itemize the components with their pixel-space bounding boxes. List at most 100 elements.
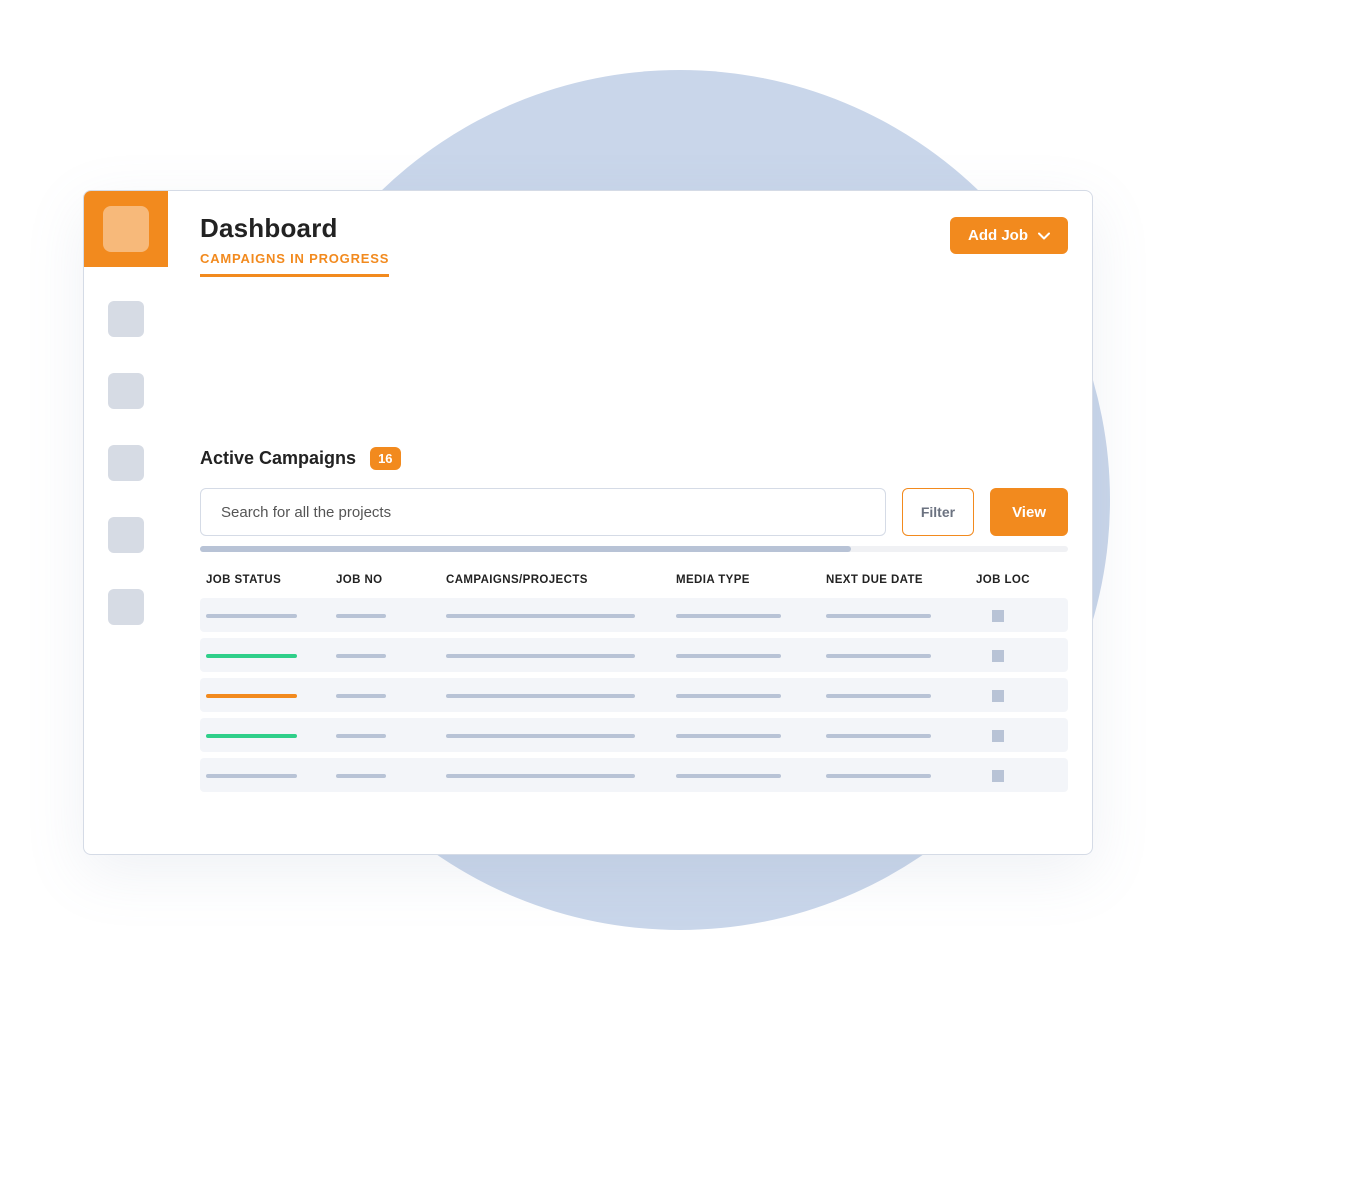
table-cell (676, 654, 826, 658)
th-job-status[interactable]: JOB STATUS (206, 574, 336, 586)
square-icon (992, 650, 1004, 662)
placeholder-bar (206, 654, 297, 658)
table-cell (336, 614, 446, 618)
header-row: Dashboard CAMPAIGNS IN PROGRESS Add Job (200, 213, 1068, 277)
sidebar-logo[interactable] (84, 191, 168, 267)
logo-icon (103, 206, 149, 252)
add-job-button[interactable]: Add Job (950, 217, 1068, 254)
table-cell (826, 654, 976, 658)
sidebar-item-5[interactable] (108, 589, 144, 625)
section-title-row: Active Campaigns 16 (200, 447, 1068, 470)
th-job-loc[interactable]: JOB LOC (976, 574, 1066, 586)
table-cell (446, 734, 676, 738)
table-cell (446, 654, 676, 658)
table-row[interactable] (200, 758, 1068, 792)
placeholder-bar (676, 734, 781, 738)
square-icon (992, 730, 1004, 742)
placeholder-bar (826, 734, 931, 738)
table-row[interactable] (200, 598, 1068, 632)
placeholder-bar (206, 734, 297, 738)
placeholder-bar (336, 654, 386, 658)
table-cell (976, 770, 1066, 782)
view-button[interactable]: View (990, 488, 1068, 536)
table-row[interactable] (200, 678, 1068, 712)
placeholder-bar (676, 654, 781, 658)
placeholder-bar (676, 614, 781, 618)
placeholder-bar (826, 774, 931, 778)
page-title: Dashboard (200, 213, 389, 244)
sidebar-item-3[interactable] (108, 445, 144, 481)
main-content: Dashboard CAMPAIGNS IN PROGRESS Add Job … (168, 191, 1092, 854)
title-block: Dashboard CAMPAIGNS IN PROGRESS (200, 213, 389, 277)
table-cell (976, 610, 1066, 622)
filter-button[interactable]: Filter (902, 488, 974, 536)
chevron-down-icon (1038, 230, 1050, 242)
table-cell (826, 774, 976, 778)
table-cell (336, 774, 446, 778)
table-cell (826, 734, 976, 738)
placeholder-bar (446, 734, 635, 738)
add-job-label: Add Job (968, 227, 1028, 244)
placeholder-bar (206, 694, 297, 698)
th-job-no[interactable]: JOB NO (336, 574, 446, 586)
table-cell (336, 734, 446, 738)
table-cell (446, 614, 676, 618)
app-window: Dashboard CAMPAIGNS IN PROGRESS Add Job … (83, 190, 1093, 855)
placeholder-bar (336, 694, 386, 698)
sidebar-items (108, 301, 144, 625)
placeholder-bar (826, 694, 931, 698)
table-cell (976, 690, 1066, 702)
placeholder-bar (676, 774, 781, 778)
sidebar-item-2[interactable] (108, 373, 144, 409)
table-cell (676, 694, 826, 698)
table-cell (336, 694, 446, 698)
table-header-row: JOB STATUS JOB NO CAMPAIGNS/PROJECTS MED… (200, 562, 1068, 598)
placeholder-bar (336, 614, 386, 618)
placeholder-bar (446, 694, 635, 698)
search-input[interactable] (200, 488, 886, 536)
table-cell (206, 694, 336, 698)
placeholder-bar (336, 774, 386, 778)
table-row[interactable] (200, 638, 1068, 672)
table-cell (676, 614, 826, 618)
square-icon (992, 610, 1004, 622)
tab-row: CAMPAIGNS IN PROGRESS (200, 250, 389, 277)
scrollbar-thumb[interactable] (200, 546, 851, 552)
active-campaigns-count: 16 (370, 447, 400, 470)
sidebar-item-1[interactable] (108, 301, 144, 337)
controls-row: Filter View (200, 488, 1068, 536)
stage: Dashboard CAMPAIGNS IN PROGRESS Add Job … (0, 0, 1360, 1200)
square-icon (992, 690, 1004, 702)
table-cell (206, 654, 336, 658)
placeholder-bar (446, 614, 635, 618)
table-cell (446, 694, 676, 698)
table-cell (206, 734, 336, 738)
table-cell (206, 774, 336, 778)
placeholder-bar (206, 774, 297, 778)
placeholder-bar (446, 774, 635, 778)
horizontal-scrollbar[interactable] (200, 546, 1068, 552)
table-body (200, 598, 1068, 792)
table-cell (446, 774, 676, 778)
placeholder-bar (446, 654, 635, 658)
table-cell (676, 734, 826, 738)
sidebar-item-4[interactable] (108, 517, 144, 553)
square-icon (992, 770, 1004, 782)
th-media-type[interactable]: MEDIA TYPE (676, 574, 826, 586)
placeholder-bar (676, 694, 781, 698)
table-cell (826, 694, 976, 698)
section-title: Active Campaigns (200, 448, 356, 469)
placeholder-bar (826, 614, 931, 618)
sidebar (84, 191, 168, 854)
table-row[interactable] (200, 718, 1068, 752)
placeholder-bar (206, 614, 297, 618)
tab-campaigns-in-progress[interactable]: CAMPAIGNS IN PROGRESS (200, 251, 389, 277)
th-next-due[interactable]: NEXT DUE DATE (826, 574, 976, 586)
table-cell (336, 654, 446, 658)
table-cell (206, 614, 336, 618)
placeholder-bar (336, 734, 386, 738)
th-campaigns[interactable]: CAMPAIGNS/PROJECTS (446, 574, 676, 586)
table-cell (826, 614, 976, 618)
placeholder-bar (826, 654, 931, 658)
campaigns-table: JOB STATUS JOB NO CAMPAIGNS/PROJECTS MED… (200, 562, 1068, 792)
